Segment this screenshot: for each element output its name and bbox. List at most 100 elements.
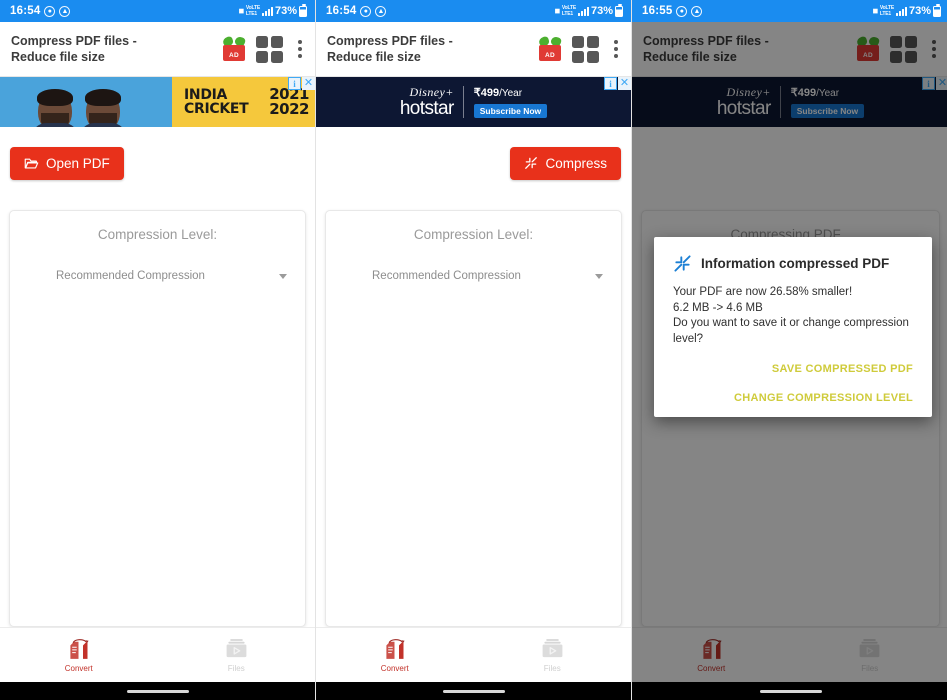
ad-controls: i ✕ bbox=[604, 77, 631, 90]
card-title: Compression Level: bbox=[97, 227, 218, 242]
ad-banner[interactable]: Disney+ hotstar ₹499/Year Subscribe Now … bbox=[316, 77, 631, 127]
panel-compress-ready: 16:54 ● ▲ ⏹ VoLTE LTE1 73% Compress PDF f… bbox=[316, 0, 632, 700]
battery-icon bbox=[299, 4, 307, 17]
wifi-icon: ⏹ bbox=[238, 5, 244, 17]
ad-cricket-creative: INDIA CRICKET 2021 2022 bbox=[0, 77, 315, 127]
wifi-icon: ⏹ bbox=[554, 5, 560, 17]
chevron-down-icon bbox=[595, 273, 603, 279]
dialog-message: Your PDF are now 26.58% smaller! 6.2 MB … bbox=[673, 286, 909, 345]
dialog-header: Information compressed PDF bbox=[673, 254, 913, 273]
ad-player-photos bbox=[0, 77, 172, 127]
compressed-info-dialog: Information compressed PDF Your PDF are … bbox=[654, 237, 932, 417]
ad-close-icon[interactable]: ✕ bbox=[302, 77, 315, 90]
battery-icon bbox=[933, 4, 941, 17]
compression-level-dropdown[interactable]: Recommended Compression bbox=[10, 270, 305, 282]
app-toolbar: Compress PDF files - Reduce file size AD bbox=[316, 22, 631, 77]
ad-price-suffix: /Year bbox=[499, 87, 523, 99]
more-options-icon[interactable] bbox=[610, 38, 622, 60]
change-compression-level-button[interactable]: CHANGE COMPRESSION LEVEL bbox=[734, 392, 913, 404]
gift-ad-icon[interactable]: AD bbox=[221, 35, 247, 61]
screenshot-strip: 16:54 ● ▲ ⏹ VoLTE LTE1 73% Compress PDF f… bbox=[0, 0, 947, 700]
toolbar-actions: AD bbox=[221, 35, 306, 63]
status-right: ⏹ VoLTE LTE1 73% bbox=[238, 4, 307, 17]
app-toolbar: Compress PDF files - Reduce file size AD bbox=[0, 22, 315, 77]
dialog-actions: SAVE COMPRESSED PDF CHANGE COMPRESSION L… bbox=[673, 363, 913, 404]
page-title: Compress PDF files - Reduce file size bbox=[327, 34, 453, 64]
compress-button[interactable]: Compress bbox=[510, 146, 621, 180]
apps-grid-icon[interactable] bbox=[256, 35, 283, 63]
ad-brand-line2: CRICKET bbox=[184, 101, 249, 117]
ad-price: ₹499 bbox=[473, 86, 500, 99]
signal-icon bbox=[261, 6, 273, 16]
ad-banner[interactable]: INDIA CRICKET 2021 2022 i ✕ bbox=[0, 77, 315, 127]
compress-icon bbox=[525, 157, 538, 169]
ad-controls: i ✕ bbox=[288, 77, 315, 90]
status-bar: 16:55 ● ▲ ⏹ VoLTE LTE1 73% bbox=[632, 0, 947, 22]
status-left: 16:55 ● ▲ bbox=[642, 5, 703, 17]
signal-icon bbox=[895, 6, 907, 16]
data-saver-icon: ▲ bbox=[375, 5, 387, 17]
status-left: 16:54 ● ▲ bbox=[326, 5, 387, 17]
system-gesture-bar[interactable] bbox=[632, 682, 947, 700]
bottom-nav: Convert Files bbox=[316, 627, 631, 682]
save-compressed-pdf-button[interactable]: SAVE COMPRESSED PDF bbox=[772, 363, 913, 375]
signal-icon bbox=[577, 6, 589, 16]
status-right: ⏹ VoLTE LTE1 73% bbox=[872, 4, 941, 17]
panel-open-pdf: 16:54 ● ▲ ⏹ VoLTE LTE1 73% Compress PDF f… bbox=[0, 0, 316, 700]
status-right: ⏹ VoLTE LTE1 73% bbox=[554, 4, 623, 17]
more-options-icon[interactable] bbox=[294, 38, 306, 60]
ad-info-icon[interactable]: i bbox=[604, 77, 617, 90]
dialog-title: Information compressed PDF bbox=[701, 256, 890, 271]
ad-brand-line2: hotstar bbox=[399, 97, 454, 119]
status-clock: 16:54 bbox=[326, 5, 357, 17]
battery-percent: 73% bbox=[908, 5, 931, 17]
status-left: 16:54 ● ▲ bbox=[10, 5, 71, 17]
compress-arrows-icon bbox=[674, 255, 691, 272]
system-gesture-bar[interactable] bbox=[0, 682, 315, 700]
action-row: Compress bbox=[316, 127, 631, 199]
dnd-icon: ● bbox=[44, 5, 56, 17]
ad-subscribe-button[interactable]: Subscribe Now bbox=[473, 103, 548, 118]
ad-hotstar-creative: Disney+ hotstar ₹499/Year Subscribe Now bbox=[316, 77, 631, 127]
compress-label: Compress bbox=[545, 155, 607, 171]
ad-offer: ₹499/Year Subscribe Now bbox=[464, 86, 548, 119]
ad-badge-label: AD bbox=[545, 52, 555, 59]
nav-label-files: Files bbox=[543, 664, 561, 673]
system-gesture-bar[interactable] bbox=[316, 682, 631, 700]
compression-level-value: Recommended Compression bbox=[56, 270, 205, 282]
ad-hotstar-brand: Disney+ hotstar bbox=[399, 84, 463, 119]
ad-badge-label: AD bbox=[229, 52, 239, 59]
data-saver-icon: ▲ bbox=[691, 5, 703, 17]
ad-brand-line1: Disney+ bbox=[409, 84, 454, 99]
nav-item-files[interactable]: Files bbox=[474, 637, 632, 673]
wifi-icon: ⏹ bbox=[872, 5, 878, 17]
convert-pdf-icon bbox=[386, 639, 405, 659]
page-title: Compress PDF files - Reduce file size bbox=[11, 34, 137, 64]
ad-close-icon[interactable]: ✕ bbox=[618, 77, 631, 90]
panel-compressed-dialog: 16:55 ● ▲ ⏹ VoLTE LTE1 73% Compress PDF f… bbox=[632, 0, 947, 700]
dnd-icon: ● bbox=[360, 5, 372, 17]
open-pdf-label: Open PDF bbox=[46, 155, 110, 171]
nav-label-convert: Convert bbox=[380, 664, 409, 673]
status-clock: 16:55 bbox=[642, 5, 673, 17]
bottom-nav: Convert Files bbox=[0, 627, 315, 682]
compression-card: Compression Level: Recommended Compressi… bbox=[325, 210, 622, 627]
action-row: Open PDF bbox=[0, 127, 315, 199]
nav-item-convert[interactable]: Convert bbox=[316, 637, 474, 673]
ad-brand-line1: INDIA bbox=[184, 87, 228, 103]
dnd-icon: ● bbox=[676, 5, 688, 17]
network-type-icon: VoLTE LTE1 bbox=[879, 4, 894, 17]
ad-info-icon[interactable]: i bbox=[288, 77, 301, 90]
open-folder-icon bbox=[24, 158, 39, 168]
network-type-icon: VoLTE LTE1 bbox=[561, 4, 576, 17]
open-pdf-button[interactable]: Open PDF bbox=[10, 146, 124, 180]
compression-card: Compression Level: Recommended Compressi… bbox=[9, 210, 306, 627]
apps-grid-icon[interactable] bbox=[572, 35, 599, 63]
nav-item-convert[interactable]: Convert bbox=[0, 637, 158, 673]
status-bar: 16:54 ● ▲ ⏹ VoLTE LTE1 73% bbox=[316, 0, 631, 22]
compression-level-dropdown[interactable]: Recommended Compression bbox=[326, 270, 621, 282]
nav-item-files[interactable]: Files bbox=[158, 637, 316, 673]
gift-ad-icon[interactable]: AD bbox=[537, 35, 563, 61]
ad-year-line2: 2022 bbox=[269, 100, 309, 118]
nav-label-convert: Convert bbox=[64, 664, 93, 673]
